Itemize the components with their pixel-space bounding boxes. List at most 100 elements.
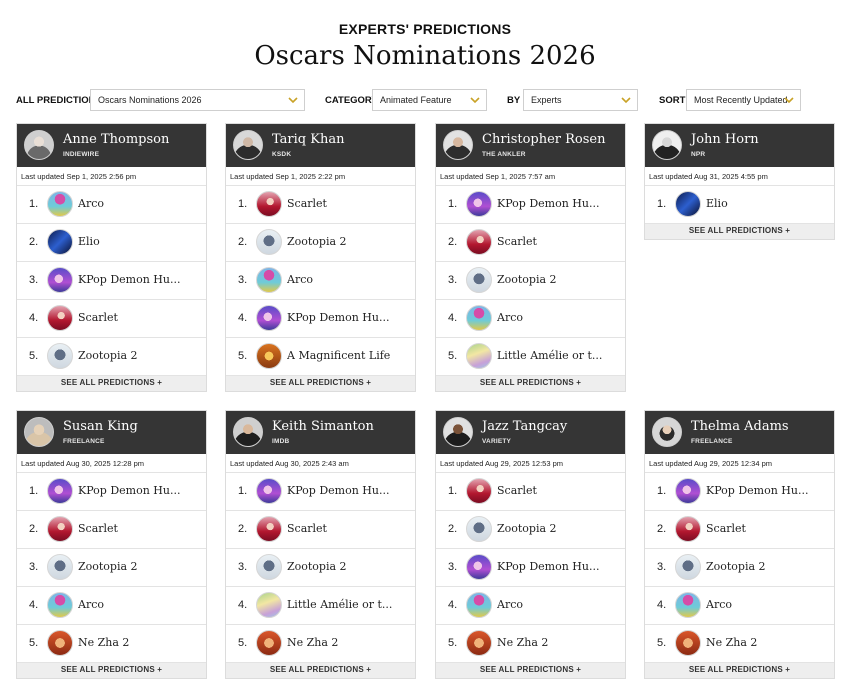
prediction-rank: 5. — [238, 350, 248, 362]
prediction-row[interactable]: 4. Arco — [436, 300, 625, 338]
prediction-row[interactable]: 2. Scarlet — [17, 511, 206, 549]
film-poster-thumbnail — [466, 592, 492, 618]
expert-card-header[interactable]: Keith Simanton IMDB — [226, 411, 415, 454]
prediction-rank: 1. — [238, 485, 248, 497]
film-poster-thumbnail — [256, 630, 282, 656]
expert-card-header[interactable]: Christopher Rosen THE ANKLER — [436, 124, 625, 167]
see-all-predictions-button[interactable]: SEE ALL PREDICTIONS + — [17, 376, 206, 391]
film-poster-thumbnail — [675, 630, 701, 656]
prediction-rank: 4. — [238, 599, 248, 611]
prediction-row[interactable]: 1. KPop Demon Hu... — [17, 473, 206, 511]
prediction-row[interactable]: 5. Ne Zha 2 — [645, 625, 834, 663]
prediction-row[interactable]: 5. Zootopia 2 — [17, 338, 206, 376]
prediction-row[interactable]: 1. Elio — [645, 186, 834, 224]
by-select[interactable]: Experts — [523, 89, 638, 111]
expert-card: Susan King FREELANCE Last updated Aug 30, … — [16, 410, 207, 679]
prediction-rank: 1. — [448, 198, 458, 210]
prediction-row[interactable]: 5. Ne Zha 2 — [436, 625, 625, 663]
expert-name[interactable]: Anne Thompson — [63, 132, 169, 147]
prediction-row[interactable]: 4. Scarlet — [17, 300, 206, 338]
prediction-row[interactable]: 5. Ne Zha 2 — [17, 625, 206, 663]
prediction-row[interactable]: 5. Ne Zha 2 — [226, 625, 415, 663]
prediction-title: KPop Demon Hu... — [497, 560, 600, 573]
expert-card-header[interactable]: Anne Thompson INDIEWIRE — [17, 124, 206, 167]
prediction-row[interactable]: 1. KPop Demon Hu... — [645, 473, 834, 511]
film-poster-thumbnail — [675, 191, 701, 217]
prediction-row[interactable]: 2. Zootopia 2 — [226, 224, 415, 262]
expert-name[interactable]: Keith Simanton — [272, 419, 374, 434]
prediction-rank: 2. — [448, 523, 458, 535]
all-predictions-select[interactable]: Oscars Nominations 2026 — [90, 89, 305, 111]
expert-card-header[interactable]: Tariq Khan KSDK — [226, 124, 415, 167]
expert-name[interactable]: Susan King — [63, 419, 138, 434]
prediction-row[interactable]: 2. Zootopia 2 — [436, 511, 625, 549]
prediction-title: Zootopia 2 — [287, 235, 347, 248]
expert-avatar — [652, 130, 682, 160]
expert-avatar — [24, 130, 54, 160]
prediction-row[interactable]: 5. A Magnificent Life — [226, 338, 415, 376]
prediction-row[interactable]: 4. KPop Demon Hu... — [226, 300, 415, 338]
prediction-title: Scarlet — [78, 522, 118, 535]
prediction-row[interactable]: 2. Scarlet — [226, 511, 415, 549]
prediction-row[interactable]: 2. Scarlet — [436, 224, 625, 262]
expert-name[interactable]: Thelma Adams — [691, 419, 789, 434]
prediction-row[interactable]: 3. Arco — [226, 262, 415, 300]
expert-name[interactable]: John Horn — [691, 132, 759, 147]
prediction-title: Scarlet — [287, 522, 327, 535]
see-all-predictions-button[interactable]: SEE ALL PREDICTIONS + — [226, 663, 415, 678]
sort-value: Most Recently Updated — [694, 95, 788, 105]
expert-name[interactable]: Christopher Rosen — [482, 132, 606, 147]
prediction-row[interactable]: 3. KPop Demon Hu... — [436, 549, 625, 587]
prediction-row[interactable]: 3. Zootopia 2 — [436, 262, 625, 300]
prediction-row[interactable]: 1. KPop Demon Hu... — [436, 186, 625, 224]
prediction-row[interactable]: 3. Zootopia 2 — [645, 549, 834, 587]
prediction-row[interactable]: 2. Elio — [17, 224, 206, 262]
prediction-row[interactable]: 2. Scarlet — [645, 511, 834, 549]
film-poster-thumbnail — [47, 592, 73, 618]
prediction-rank: 3. — [29, 274, 39, 286]
prediction-row[interactable]: 1. Scarlet — [226, 186, 415, 224]
film-poster-thumbnail — [47, 516, 73, 542]
prediction-row[interactable]: 1. KPop Demon Hu... — [226, 473, 415, 511]
prediction-row[interactable]: 3. Zootopia 2 — [226, 549, 415, 587]
see-all-predictions-button[interactable]: SEE ALL PREDICTIONS + — [645, 663, 834, 678]
expert-name[interactable]: Jazz Tangcay — [482, 419, 567, 434]
prediction-row[interactable]: 3. Zootopia 2 — [17, 549, 206, 587]
prediction-title: Scarlet — [78, 311, 118, 324]
expert-card-header[interactable]: John Horn NPR — [645, 124, 834, 167]
film-poster-thumbnail — [466, 343, 492, 369]
sort-select[interactable]: Most Recently Updated — [686, 89, 801, 111]
prediction-title: Arco — [287, 273, 313, 286]
filter-bar: ALL PREDICTIONS Oscars Nominations 2026 … — [16, 88, 836, 112]
prediction-row[interactable]: 4. Arco — [436, 587, 625, 625]
expert-card-header[interactable]: Jazz Tangcay VARIETY — [436, 411, 625, 454]
prediction-row[interactable]: 5. Little Amélie or t... — [436, 338, 625, 376]
last-updated: Last updated Aug 29, 2025 12:53 pm — [436, 454, 625, 473]
expert-avatar — [443, 130, 473, 160]
expert-card-header[interactable]: Thelma Adams FREELANCE — [645, 411, 834, 454]
expert-avatar — [443, 417, 473, 447]
see-all-predictions-button[interactable]: SEE ALL PREDICTIONS + — [436, 376, 625, 391]
category-value: Animated Feature — [380, 95, 452, 105]
see-all-predictions-button[interactable]: SEE ALL PREDICTIONS + — [436, 663, 625, 678]
expert-name[interactable]: Tariq Khan — [272, 132, 344, 147]
film-poster-thumbnail — [675, 478, 701, 504]
prediction-row[interactable]: 3. KPop Demon Hu... — [17, 262, 206, 300]
see-all-predictions-button[interactable]: SEE ALL PREDICTIONS + — [17, 663, 206, 678]
prediction-row[interactable]: 1. Arco — [17, 186, 206, 224]
prediction-row[interactable]: 4. Little Amélie or t... — [226, 587, 415, 625]
prediction-title: Scarlet — [497, 235, 537, 248]
category-select[interactable]: Animated Feature — [372, 89, 487, 111]
last-updated: Last updated Aug 30, 2025 2:43 am — [226, 454, 415, 473]
see-all-predictions-button[interactable]: SEE ALL PREDICTIONS + — [226, 376, 415, 391]
film-poster-thumbnail — [466, 305, 492, 331]
expert-card-header[interactable]: Susan King FREELANCE — [17, 411, 206, 454]
prediction-row[interactable]: 1. Scarlet — [436, 473, 625, 511]
prediction-rank: 5. — [448, 637, 458, 649]
see-all-predictions-button[interactable]: SEE ALL PREDICTIONS + — [645, 224, 834, 239]
prediction-title: Arco — [497, 311, 523, 324]
prediction-rank: 2. — [238, 236, 248, 248]
prediction-row[interactable]: 4. Arco — [645, 587, 834, 625]
expert-card: John Horn NPR Last updated Aug 31, 2025 4:… — [644, 123, 835, 240]
prediction-row[interactable]: 4. Arco — [17, 587, 206, 625]
